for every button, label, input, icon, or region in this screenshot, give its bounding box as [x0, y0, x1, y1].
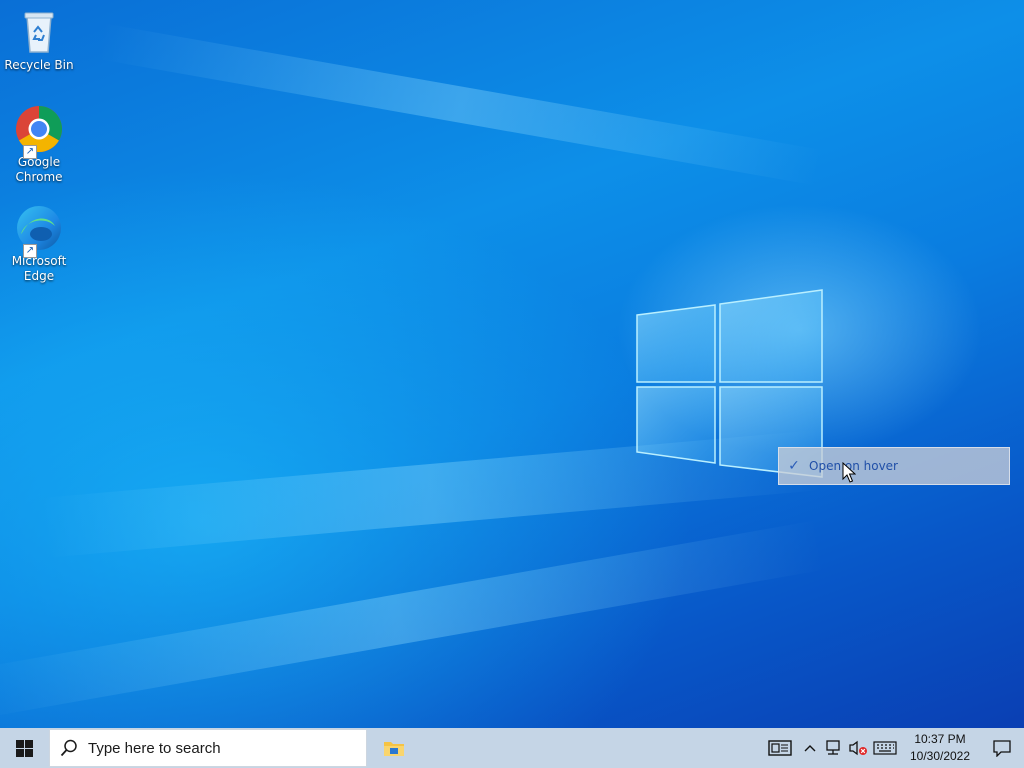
edge-icon: ↗ — [15, 204, 63, 258]
news-widget-button[interactable] — [762, 728, 798, 768]
desktop-icon-recycle-bin[interactable]: Recycle Bin — [4, 8, 74, 73]
search-placeholder: Type here to search — [88, 739, 221, 757]
network-button[interactable] — [822, 728, 846, 768]
news-widget-icon — [768, 740, 792, 756]
show-hidden-icons-button[interactable] — [798, 728, 822, 768]
volume-muted-icon — [849, 740, 867, 756]
desktop-icon-microsoft-edge[interactable]: ↗ Microsoft Edge — [4, 204, 74, 284]
search-box[interactable]: Type here to search — [49, 729, 367, 767]
checkmark-icon: ✓ — [788, 458, 800, 474]
keyboard-icon — [873, 741, 897, 755]
context-menu: ✓ Open on hover — [778, 447, 1010, 485]
desktop-icon-label: Recycle Bin — [4, 58, 74, 72]
desktop-icon-google-chrome[interactable]: ↗ Google Chrome — [4, 105, 74, 185]
wallpaper-light-beam — [97, 23, 824, 186]
network-icon — [826, 740, 840, 755]
shortcut-arrow-icon: ↗ — [23, 145, 37, 159]
volume-button[interactable] — [846, 728, 870, 768]
chrome-icon: ↗ — [15, 105, 63, 159]
search-icon — [50, 739, 88, 757]
desktop-icon-label: Microsoft Edge — [11, 254, 67, 283]
start-button[interactable] — [0, 728, 48, 768]
taskbar: Type here to search 10:37 PM 10/30/2022 — [0, 728, 1024, 768]
touch-keyboard-button[interactable] — [870, 728, 900, 768]
mouse-pointer-icon — [842, 462, 856, 483]
shortcut-arrow-icon: ↗ — [23, 244, 37, 258]
notification-icon — [993, 739, 1011, 757]
chevron-up-icon — [804, 745, 816, 752]
menu-item-open-on-hover[interactable]: ✓ Open on hover — [779, 448, 1009, 484]
clock-date: 10/30/2022 — [909, 749, 971, 763]
action-center-button[interactable] — [980, 728, 1024, 768]
taskbar-file-explorer-button[interactable] — [367, 728, 421, 768]
clock-button[interactable]: 10:37 PM 10/30/2022 — [900, 728, 980, 768]
desktop-icon-label: Google Chrome — [15, 155, 63, 184]
clock-time: 10:37 PM — [914, 732, 966, 746]
file-explorer-icon — [384, 742, 404, 756]
desktop[interactable]: Recycle Bin ↗ Google Chrome ↗ Microsoft … — [0, 0, 1024, 728]
system-tray: 10:37 PM 10/30/2022 — [762, 728, 1024, 768]
windows-logo-icon — [15, 739, 33, 757]
recycle-bin-icon — [15, 8, 63, 56]
